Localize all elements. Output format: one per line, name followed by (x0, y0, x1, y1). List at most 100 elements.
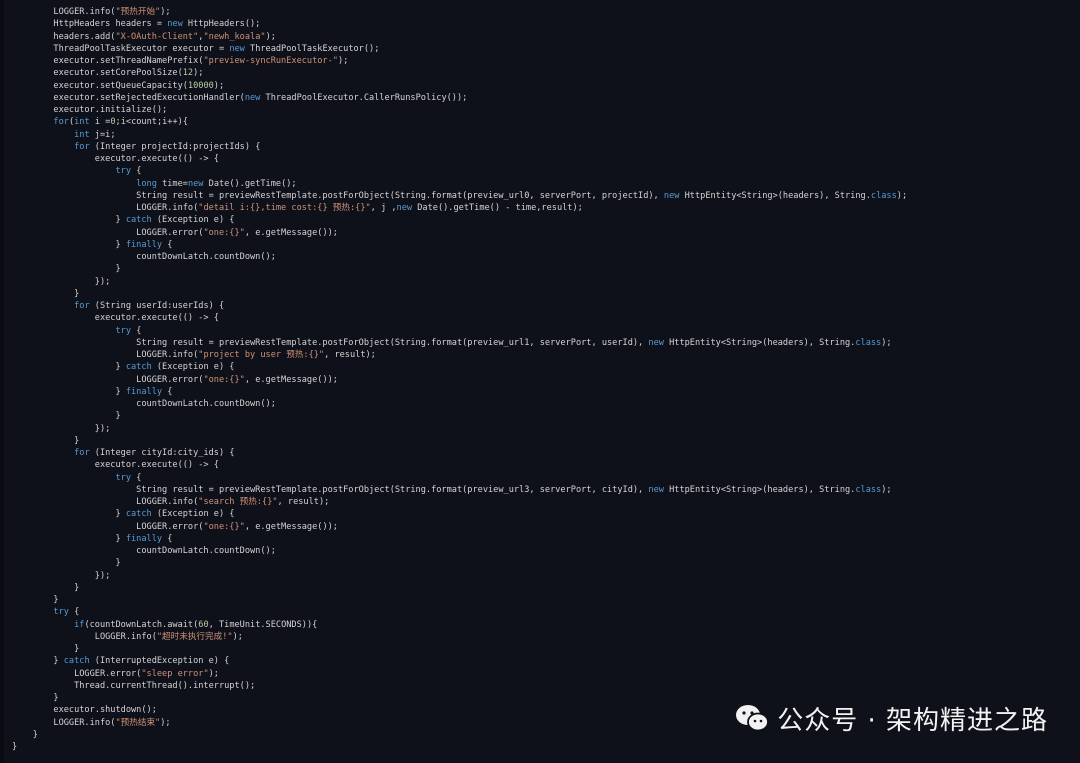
code-line: } (12, 594, 907, 606)
code-token: "one:{}" (203, 227, 245, 238)
code-token: } (12, 362, 126, 373)
code-token: } (12, 509, 126, 520)
code-line: } catch (Exception e) { (12, 361, 907, 373)
code-token: executor.execute(() -> { (12, 313, 219, 324)
code-token: ); (232, 631, 243, 642)
code-token: (countDownLatch.await( (84, 619, 199, 630)
code-token: (Integer projectId:projectIds) { (89, 141, 261, 152)
code-token: { (131, 472, 142, 483)
code-token: countDownLatch.countDown(); (12, 399, 276, 409)
code-line: executor.execute(() -> { (12, 312, 907, 324)
code-token: finally (125, 386, 163, 397)
code-line: try { (12, 606, 907, 618)
code-token: "search 预热:{}" (198, 497, 278, 507)
code-token: new (648, 484, 664, 495)
code-line: executor.setCorePoolSize(12); (12, 67, 907, 79)
code-token: HttpHeaders headers = (12, 19, 168, 30)
code-line: executor.setRejectedExecutionHandler(new… (12, 92, 907, 104)
code-token: , e.getMessage()); (244, 227, 338, 238)
code-token: catch (125, 215, 152, 226)
code-line: for (String userId:userIds) { (12, 300, 907, 312)
code-token: { (68, 607, 80, 618)
code-token: new (187, 178, 204, 189)
code-token: ); (896, 190, 908, 201)
code-token: } (12, 386, 126, 397)
code-token: LOGGER.info( (12, 631, 157, 642)
code-token: , result); (277, 497, 330, 507)
code-line: for (Integer cityId:city_ids) { (12, 447, 907, 459)
code-token: ); (265, 31, 276, 42)
code-token: }); (12, 276, 111, 287)
code-line: } (12, 582, 907, 594)
code-line: LOGGER.info("超时未执行完成!"); (12, 631, 907, 643)
code-token: for (53, 117, 69, 128)
code-token: HttpEntity<String>(headers), String. (679, 190, 871, 201)
code-token: "preview-syncRunExecutor-" (203, 56, 338, 66)
code-token: new (244, 92, 261, 103)
code-token: try (115, 166, 132, 177)
code-line: } finally { (12, 239, 907, 251)
code-token: executor.setRejectedExecutionHandler( (12, 92, 245, 103)
code-token: time= (156, 178, 188, 189)
code-token: "newh_koala" (203, 31, 266, 42)
code-token: i = (89, 117, 111, 128)
code-token: try (115, 325, 132, 336)
code-token: "预热开始" (115, 7, 161, 17)
code-token: LOGGER.error( (12, 374, 204, 385)
code-token: ); (208, 668, 219, 679)
code-token: for (74, 448, 90, 458)
code-token: catch (125, 362, 152, 373)
code-token: countDownLatch.countDown(); (12, 252, 276, 262)
code-token: "预热结束" (115, 717, 161, 728)
code-line: LOGGER.info("project by user 预热:{}", res… (12, 349, 907, 361)
code-token: (Exception e) { (151, 509, 235, 520)
code-token: String result = previewRestTemplate.post… (12, 337, 649, 348)
code-token: new (663, 190, 680, 201)
code-line: executor.execute(() -> { (12, 153, 907, 165)
code-token: } (12, 644, 80, 654)
code-line: String result = previewRestTemplate.post… (12, 484, 907, 496)
code-token: ); (193, 68, 204, 79)
code-line: countDownLatch.countDown(); (12, 545, 907, 557)
code-token: ); (881, 484, 892, 495)
code-token: } (12, 558, 121, 569)
code-token: String result = previewRestTemplate.post… (12, 484, 649, 495)
code-token: class (855, 337, 882, 348)
code-token: executor.setThreadNamePrefix( (12, 56, 204, 66)
code-line: } (12, 435, 907, 447)
wechat-icon (736, 705, 770, 732)
code-line: executor.setQueueCapacity(10000); (12, 80, 907, 92)
code-token: executor.setCorePoolSize( (12, 68, 183, 79)
code-token: } (12, 656, 64, 667)
code-line: } (12, 263, 907, 275)
code-token: } (12, 533, 126, 544)
code-token: { (162, 386, 173, 397)
code-token: 60 (198, 619, 209, 630)
code-line: LOGGER.error("one:{}", e.getMessage()); (12, 227, 907, 239)
code-token: HttpEntity<String>(headers), String. (663, 484, 856, 495)
code-token: ); (160, 7, 171, 17)
code-line: String result = previewRestTemplate.post… (12, 337, 907, 349)
code-token: "one:{}" (203, 374, 245, 385)
code-line: int j=i; (12, 129, 907, 141)
code-token: } (12, 595, 59, 605)
code-token: (Exception e) { (151, 362, 235, 373)
code-token: { (162, 533, 173, 544)
code-line: executor.setThreadNamePrefix("preview-sy… (12, 55, 907, 67)
code-line: countDownLatch.countDown(); (12, 251, 907, 263)
code-token: , result); (324, 350, 376, 360)
code-token: } (12, 264, 121, 275)
code-token: for (74, 141, 90, 152)
code-line: countDownLatch.countDown(); (12, 398, 907, 410)
code-token: long (136, 178, 157, 189)
code-token: LOGGER.error( (12, 668, 142, 679)
code-token: catch (63, 656, 90, 667)
code-token: executor.shutdown(); (12, 705, 157, 716)
code-line: try { (12, 472, 907, 484)
code-token: ThreadPoolExecutor.CallerRunsPolicy()); (260, 92, 468, 103)
